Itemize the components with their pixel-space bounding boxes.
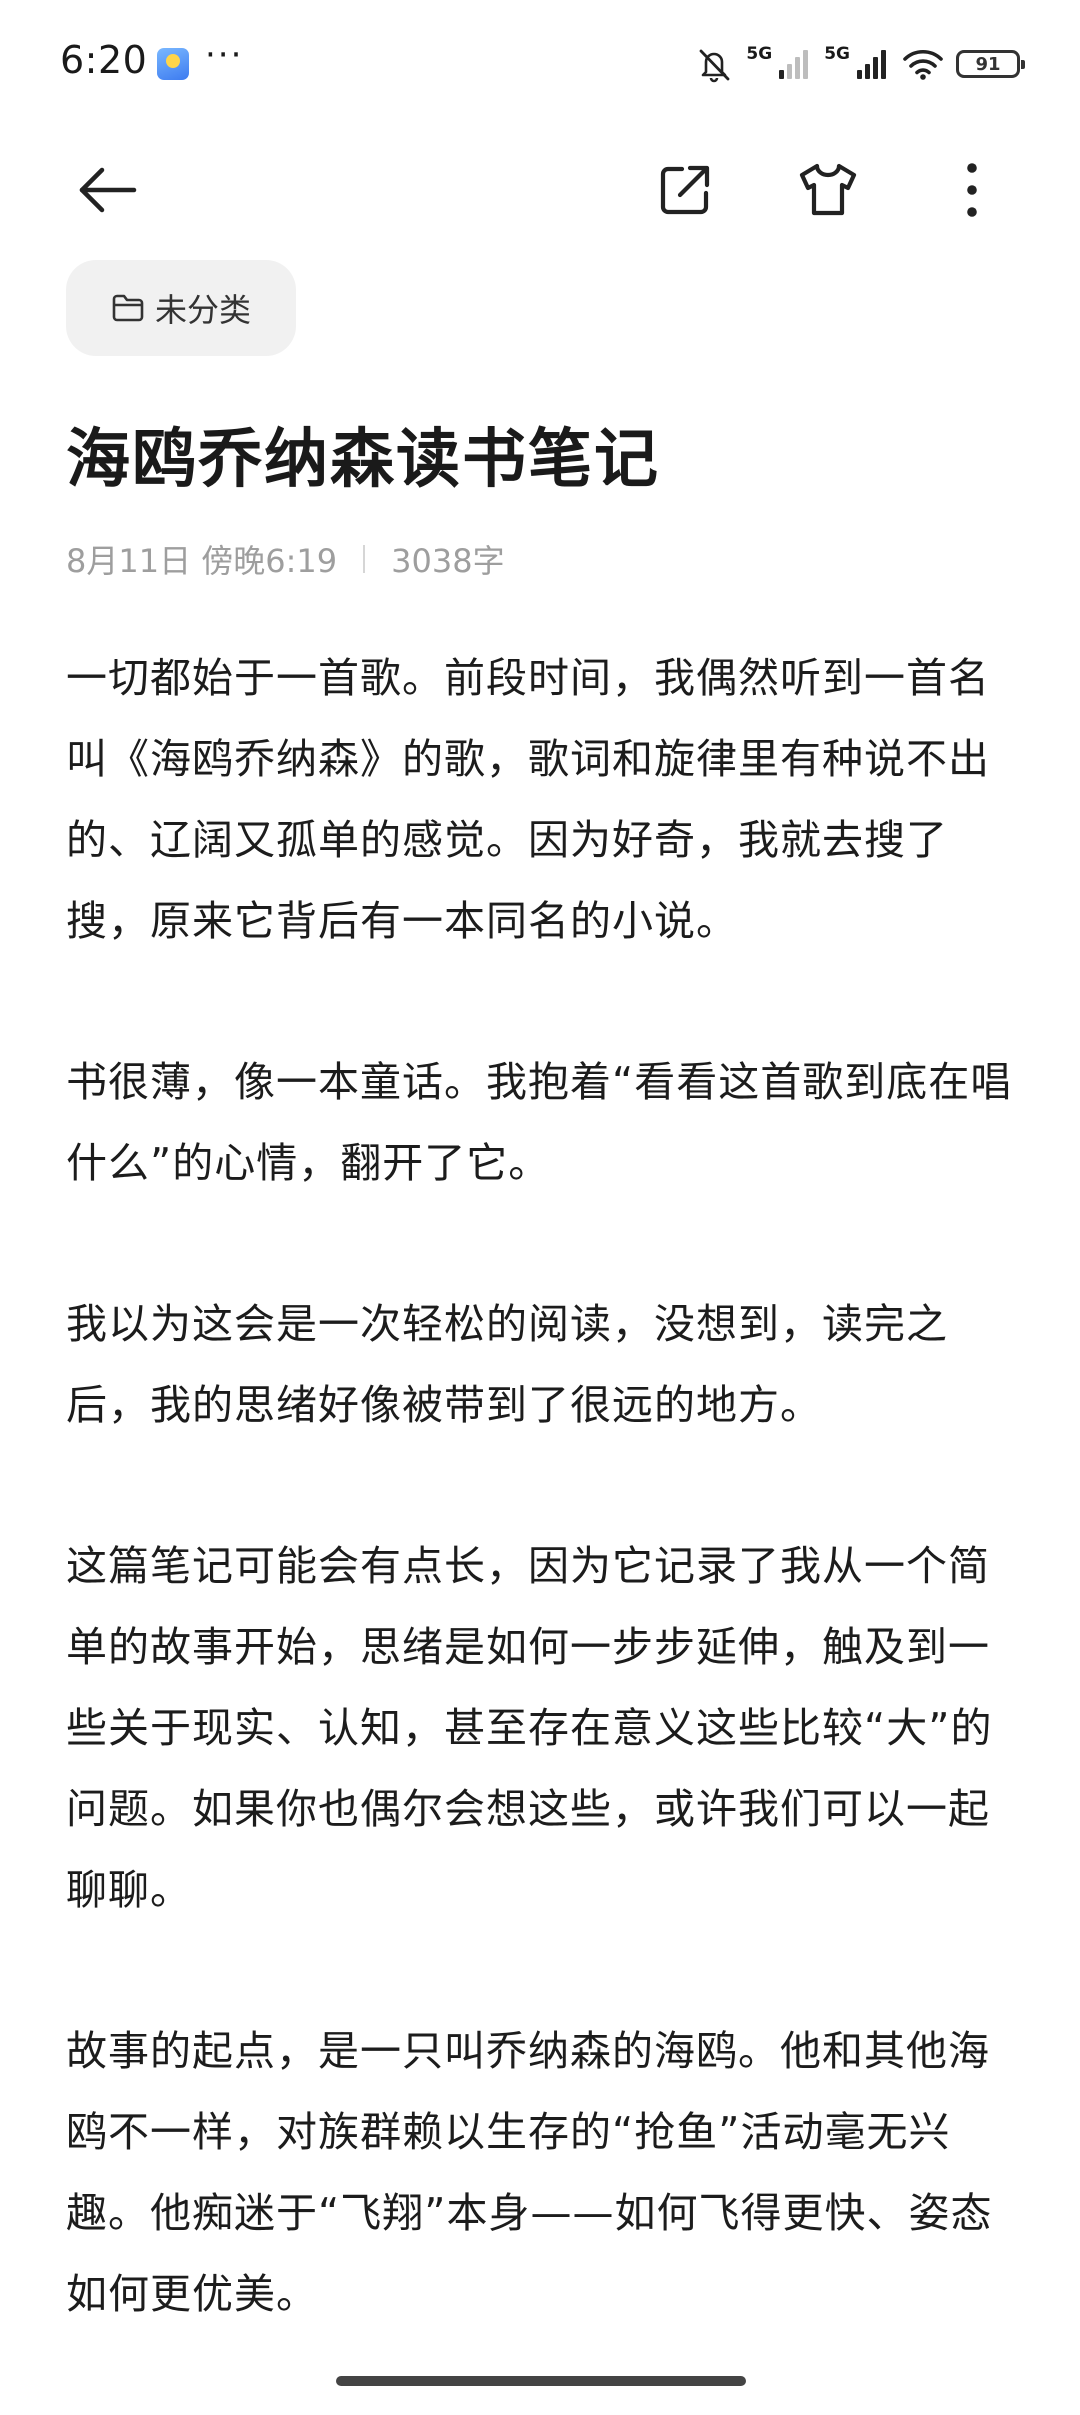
network-type-1: 5G bbox=[746, 44, 773, 64]
signal-icon bbox=[857, 50, 886, 79]
back-button[interactable] bbox=[58, 140, 158, 240]
note-paragraph[interactable]: 故事的起点，是一只叫乔纳森的海鸥。他和其他海鸥不一样，对族群赖以生存的“抢鱼”活… bbox=[66, 2011, 1016, 2335]
more-options-button[interactable] bbox=[922, 140, 1022, 240]
folder-chip[interactable]: 未分类 bbox=[66, 260, 296, 356]
note-body[interactable]: 一切都始于一首歌。前段时间，我偶然听到一首名叫《海鸥乔纳森》的歌，歌词和旋律里有… bbox=[66, 638, 1016, 2415]
status-time: 6:20 bbox=[60, 38, 148, 82]
meta-divider bbox=[363, 545, 366, 573]
note-paragraph[interactable]: 书很薄，像一本童话。我抱着“看看这首歌到底在唱什么”的心情，翻开了它。 bbox=[66, 1042, 1016, 1204]
arrow-left-icon bbox=[79, 167, 137, 213]
tshirt-icon bbox=[799, 163, 857, 216]
wifi-icon bbox=[903, 49, 943, 80]
home-indicator[interactable] bbox=[336, 2376, 746, 2386]
note-date: 8月11日 傍晚6:19 bbox=[66, 542, 338, 580]
share-external-icon bbox=[660, 165, 710, 215]
toolbar bbox=[0, 140, 1080, 240]
note-title[interactable]: 海鸥乔纳森读书笔记 bbox=[66, 408, 660, 500]
theme-button[interactable] bbox=[778, 140, 878, 240]
folder-icon bbox=[112, 294, 144, 322]
note-paragraph[interactable]: 我以为这会是一次轻松的阅读，没想到，读完之后，我的思绪好像被带到了很远的地方。 bbox=[66, 1284, 1016, 1446]
status-more-indicator: ··· bbox=[205, 35, 244, 75]
more-vertical-icon bbox=[967, 163, 977, 217]
status-bar: 6:20 ··· 5G 5G 91 bbox=[0, 0, 1080, 130]
note-paragraph[interactable]: 这篇笔记可能会有点长，因为它记录了我从一个简单的故事开始，思绪是如何一步步延伸，… bbox=[66, 1526, 1016, 1931]
note-paragraph[interactable]: 一切都始于一首歌。前段时间，我偶然听到一首名叫《海鸥乔纳森》的歌，歌词和旋律里有… bbox=[66, 638, 1016, 962]
battery-indicator: 91 bbox=[956, 50, 1025, 78]
share-button[interactable] bbox=[635, 140, 735, 240]
signal-icon bbox=[779, 50, 809, 79]
network-type-2: 5G bbox=[824, 44, 850, 64]
status-indicators: 5G 5G 91 bbox=[694, 42, 1025, 86]
mute-icon bbox=[700, 49, 730, 83]
word-count: 3038字 bbox=[391, 542, 505, 580]
folder-label: 未分类 bbox=[154, 291, 251, 329]
note-meta: 8月11日 傍晚6:19 3038字 bbox=[66, 536, 505, 582]
weather-app-icon bbox=[157, 48, 189, 80]
